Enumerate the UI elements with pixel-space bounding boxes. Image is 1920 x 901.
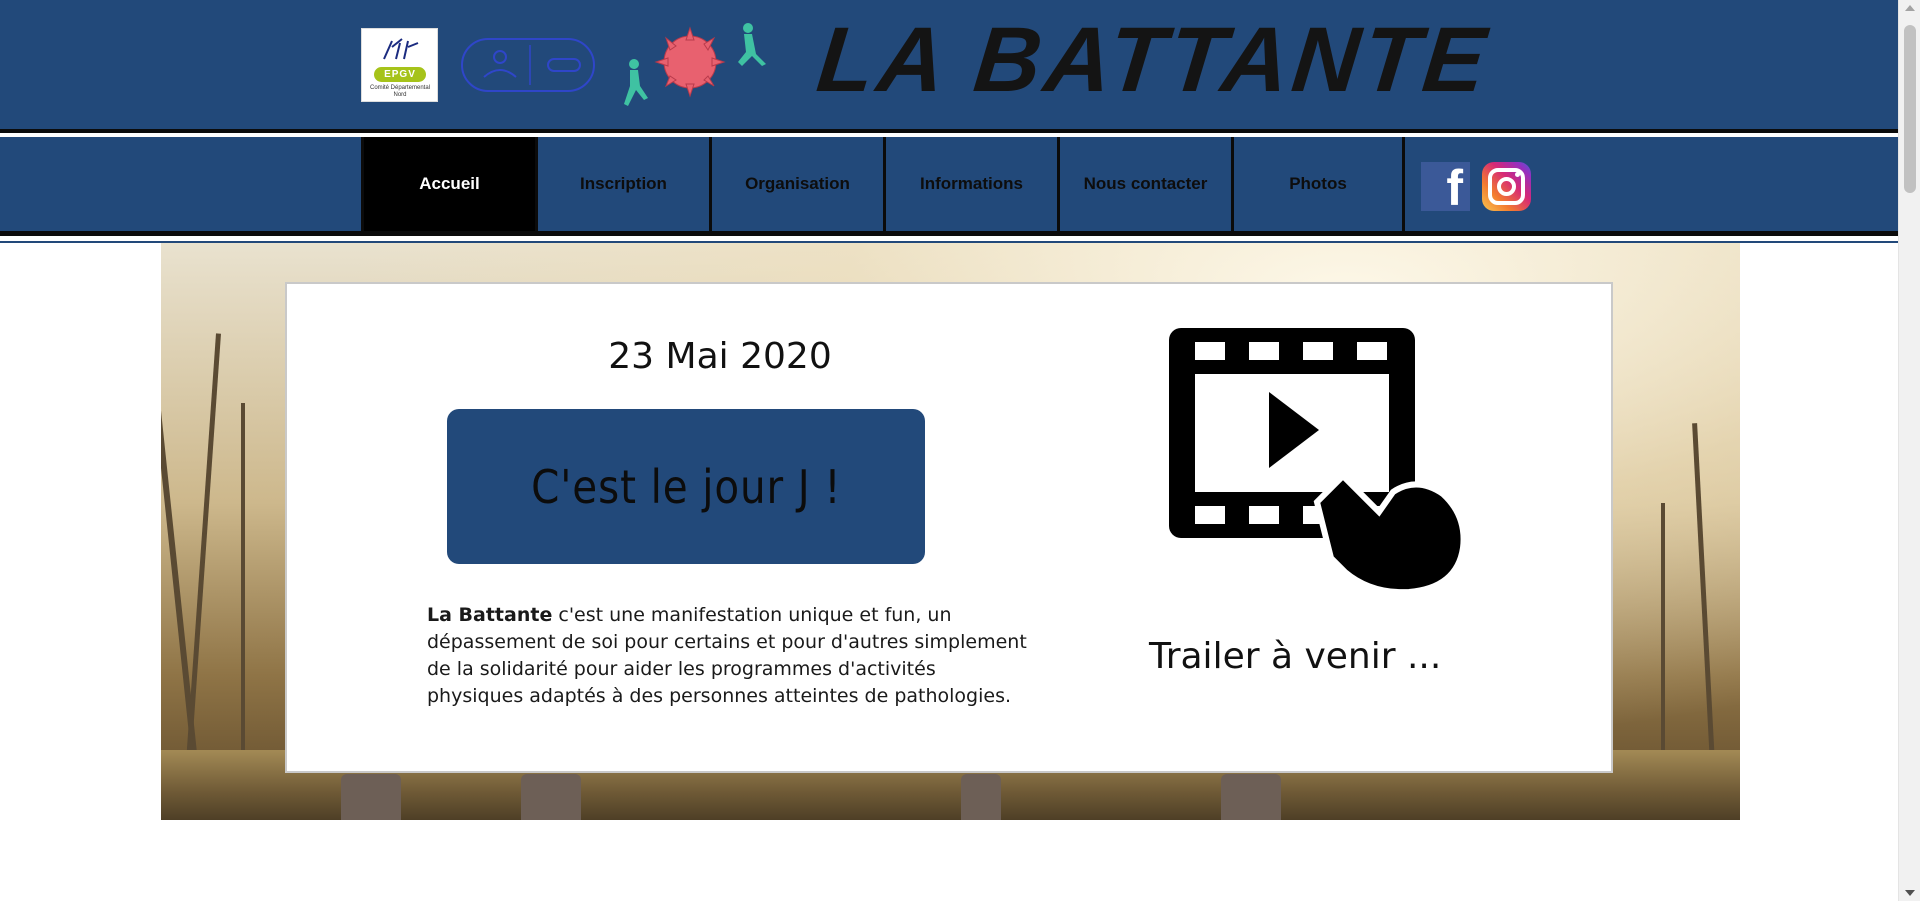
epgv-logo[interactable]: EPGV Comité Départemental Nord bbox=[361, 28, 438, 102]
hero-card: 23 Mai 2020 C'est le jour J ! La Battant… bbox=[285, 282, 1613, 773]
jour-j-button[interactable]: C'est le jour J ! bbox=[447, 409, 925, 564]
video-play-hand-icon[interactable] bbox=[1167, 326, 1467, 596]
instagram-icon[interactable] bbox=[1482, 162, 1531, 211]
scroll-down-arrow-icon[interactable] bbox=[1905, 890, 1915, 896]
scrollbar-thumb[interactable] bbox=[1904, 25, 1916, 193]
trailer-text: Trailer à venir ... bbox=[1149, 636, 1442, 677]
jour-j-button-label: C'est le jour J ! bbox=[530, 459, 842, 514]
nav-item-organisation[interactable]: Organisation bbox=[709, 137, 883, 231]
description-brand: La Battante bbox=[427, 604, 553, 626]
page-scrollbar[interactable] bbox=[1898, 0, 1920, 901]
virus-runners-logo[interactable] bbox=[618, 20, 780, 110]
scroll-up-arrow-icon[interactable] bbox=[1905, 5, 1915, 11]
epgv-figures-icon bbox=[383, 38, 419, 60]
sport-sante-logo[interactable] bbox=[460, 37, 596, 93]
nav-item-inscription[interactable]: Inscription bbox=[535, 137, 709, 231]
event-description: La Battante c'est une manifestation uniq… bbox=[427, 602, 1027, 710]
nav-item-accueil[interactable]: Accueil bbox=[361, 137, 535, 231]
social-links: f bbox=[1421, 160, 1531, 216]
epgv-badge: EPGV bbox=[374, 67, 426, 82]
nav-item-informations[interactable]: Informations bbox=[883, 137, 1057, 231]
site-header: EPGV Comité Départemental Nord LA BATTAN… bbox=[0, 0, 1898, 133]
nav-menu: Accueil Inscription Organisation Informa… bbox=[361, 137, 1405, 231]
nav-item-photos[interactable]: Photos bbox=[1231, 137, 1405, 231]
main-nav: Accueil Inscription Organisation Informa… bbox=[0, 137, 1898, 236]
event-date: 23 Mai 2020 bbox=[608, 336, 832, 377]
site-title: LA BATTANTE bbox=[812, 9, 1495, 111]
nav-item-nous-contacter[interactable]: Nous contacter bbox=[1057, 137, 1231, 231]
facebook-icon[interactable]: f bbox=[1421, 160, 1470, 216]
epgv-subtitle: Comité Départemental Nord bbox=[369, 85, 431, 98]
